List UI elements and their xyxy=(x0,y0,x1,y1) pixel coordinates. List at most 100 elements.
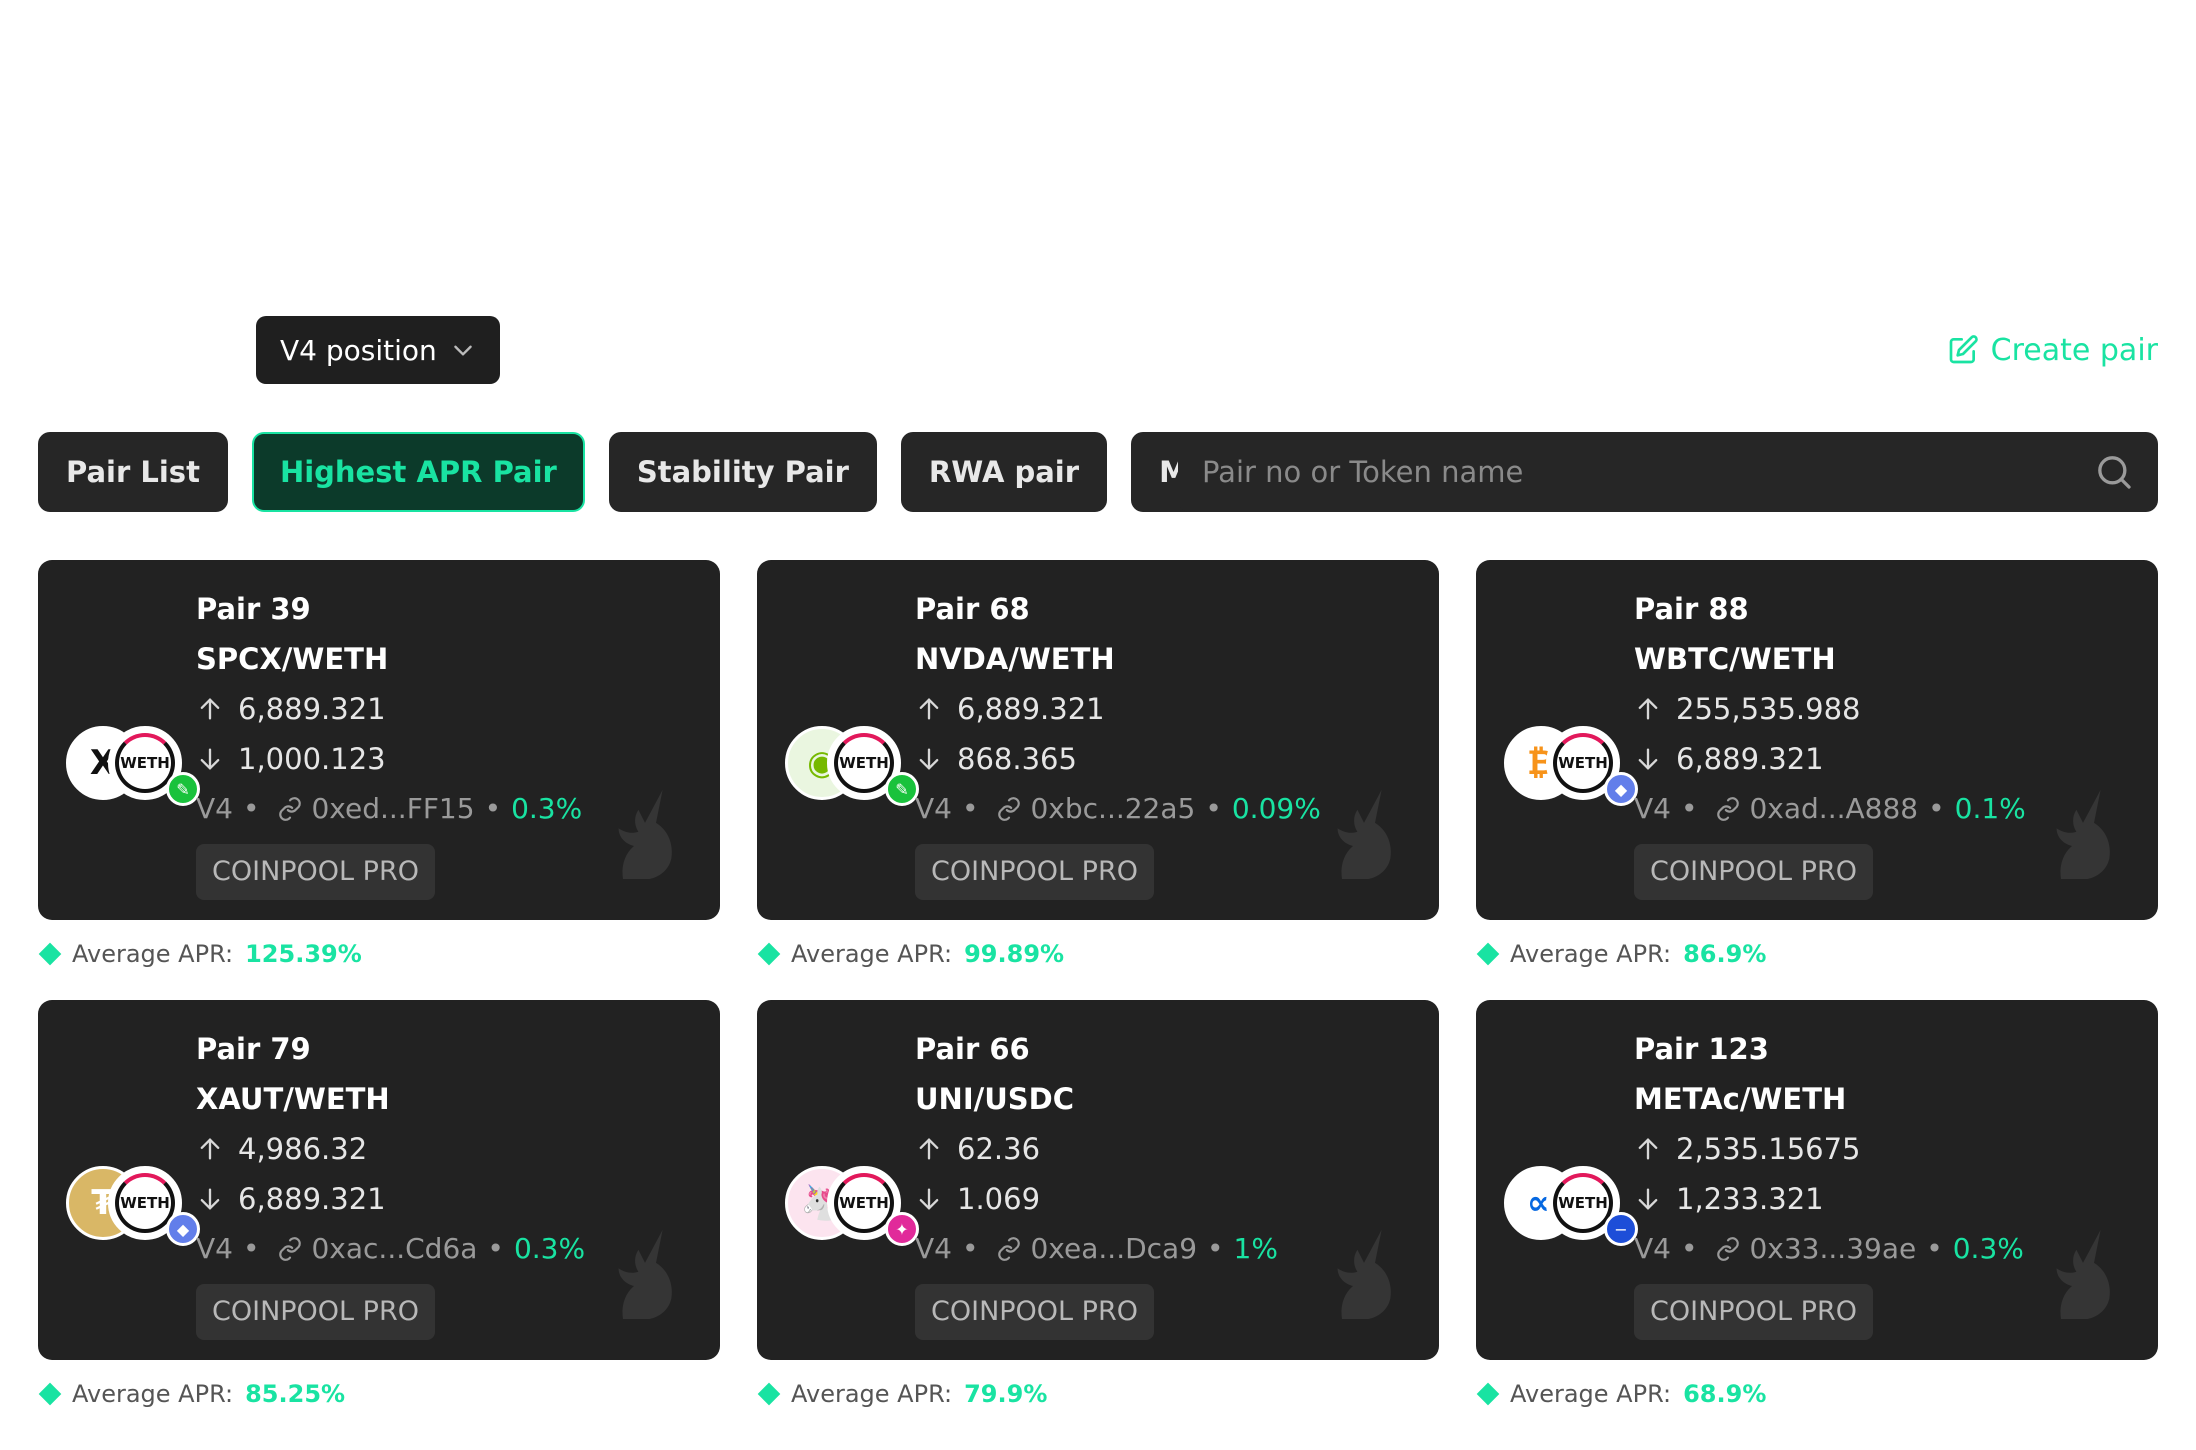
up-amount: 255,535.988 xyxy=(1634,684,2026,734)
coinpool-pro-tag: COINPOOL PRO xyxy=(196,844,435,900)
separator-dot: • xyxy=(961,1232,979,1265)
unicorn-watermark-icon xyxy=(2028,780,2138,890)
pair-meta: V4 • 0xea...Dca9 • 1% xyxy=(915,1224,1278,1274)
average-apr-label: Average APR: xyxy=(1510,1380,1672,1408)
pair-meta: V4 • 0xad...A888 • 0.1% xyxy=(1634,784,2026,834)
pair-card[interactable]: 🦄 WETH ✦ Pair 66 UNI/USDC 62.36 1.069 V4… xyxy=(757,1000,1439,1360)
link-icon xyxy=(277,1236,303,1262)
arrow-down-icon xyxy=(1634,745,1676,773)
link-icon xyxy=(996,796,1022,822)
average-apr-label: Average APR: xyxy=(791,1380,953,1408)
arrow-down-icon xyxy=(915,1185,957,1213)
pair-address[interactable]: 0xbc...22a5 xyxy=(1030,784,1195,834)
separator-dot: • xyxy=(487,1232,504,1265)
pair-card[interactable]: X WETH ✎ Pair 39 SPCX/WETH 6,889.321 1,0… xyxy=(38,560,720,920)
average-apr: Average APR: 99.89% xyxy=(757,934,1064,974)
down-amount: 6,889.321 xyxy=(1634,734,2026,784)
tab-highest-apr-pair[interactable]: Highest APR Pair xyxy=(251,432,585,512)
average-apr-value: 125.39% xyxy=(245,940,362,968)
leaf-icon: ✎ xyxy=(885,772,919,806)
version-label: V4 xyxy=(196,1232,233,1265)
average-apr: Average APR: 86.9% xyxy=(1476,934,1766,974)
separator-dot: • xyxy=(1207,1232,1224,1265)
edit-icon xyxy=(1949,335,1978,364)
arrow-up-icon xyxy=(1634,695,1676,723)
search-bar xyxy=(1178,432,2158,512)
fee-tier: 0.3% xyxy=(1952,1232,2024,1265)
diamond-icon xyxy=(757,1382,781,1406)
pair-meta: V4 • 0xbc...22a5 • 0.09% xyxy=(915,784,1321,834)
token-pair-logos: ∞ WETH − xyxy=(1504,1166,1638,1256)
up-amount-value: 6,889.321 xyxy=(238,692,386,726)
down-amount-value: 868.365 xyxy=(957,742,1077,776)
tab-pair-list[interactable]: Pair List xyxy=(38,432,228,512)
pair-card[interactable]: ◉ WETH ✎ Pair 68 NVDA/WETH 6,889.321 868… xyxy=(757,560,1439,920)
pair-name: METAc/WETH xyxy=(1634,1082,1847,1116)
arrow-down-icon xyxy=(1634,1185,1676,1213)
separator-dot: • xyxy=(1680,792,1698,825)
chevron-down-icon xyxy=(454,345,472,356)
up-amount-value: 2,535.15675 xyxy=(1676,1132,1861,1166)
up-amount: 6,889.321 xyxy=(196,684,582,734)
down-amount: 1,233.321 xyxy=(1634,1174,2024,1224)
average-apr-value: 99.89% xyxy=(964,940,1065,968)
unicorn-watermark-icon xyxy=(590,780,700,890)
tab-bar: Pair List Highest APR Pair Stability Pai… xyxy=(38,432,1310,512)
down-amount-value: 6,889.321 xyxy=(238,1182,386,1216)
diamond-icon xyxy=(1476,942,1500,966)
version-label: V4 xyxy=(196,792,233,825)
tab-stability-pair[interactable]: Stability Pair xyxy=(608,432,877,512)
pair-name: NVDA/WETH xyxy=(915,642,1115,676)
diamond-icon xyxy=(38,942,62,966)
create-pair-label: Create pair xyxy=(1990,332,2158,368)
version-label: V4 xyxy=(1634,1232,1671,1265)
pair-address[interactable]: 0xed...FF15 xyxy=(311,784,474,834)
version-label: V4 xyxy=(915,792,952,825)
down-amount-value: 1.069 xyxy=(957,1182,1041,1216)
fee-tier: 1% xyxy=(1233,1232,1278,1265)
ethereum-icon: ◆ xyxy=(166,1212,200,1246)
pair-address[interactable]: 0x33...39ae xyxy=(1749,1224,1916,1274)
version-select[interactable]: V4 position xyxy=(256,316,500,384)
fee-tier: 0.3% xyxy=(513,1232,586,1265)
pair-address[interactable]: 0xea...Dca9 xyxy=(1030,1224,1197,1274)
average-apr: Average APR: 68.9% xyxy=(1476,1374,1766,1414)
search-icon[interactable] xyxy=(2094,452,2134,492)
arrow-up-icon xyxy=(915,695,957,723)
coinpool-pro-tag: COINPOOL PRO xyxy=(915,844,1154,900)
token-pair-logos: ₮ WETH ◆ xyxy=(66,1166,200,1256)
up-amount-value: 6,889.321 xyxy=(957,692,1105,726)
search-input[interactable] xyxy=(1202,455,2094,489)
pair-address[interactable]: 0xad...A888 xyxy=(1749,784,1918,834)
leaf-icon: ✎ xyxy=(166,772,200,806)
average-apr: Average APR: 79.9% xyxy=(757,1374,1047,1414)
up-amount: 4,986.32 xyxy=(196,1124,585,1174)
arrow-up-icon xyxy=(915,1135,957,1163)
average-apr-value: 85.25% xyxy=(245,1380,346,1408)
tab-rwa-pair[interactable]: RWA pair xyxy=(900,432,1108,512)
minus-icon: − xyxy=(1604,1212,1638,1246)
pair-name: WBTC/WETH xyxy=(1634,642,1836,676)
up-amount-value: 62.36 xyxy=(957,1132,1041,1166)
create-pair-button[interactable]: Create pair xyxy=(1947,326,2158,374)
unicorn-watermark-icon xyxy=(590,1220,700,1330)
separator-dot: • xyxy=(1928,792,1945,825)
separator-dot: • xyxy=(242,792,260,825)
pair-number: Pair 66 xyxy=(915,1032,1030,1066)
coinpool-pro-tag: COINPOOL PRO xyxy=(915,1284,1154,1340)
separator-dot: • xyxy=(242,1232,260,1265)
pair-name: XAUT/WETH xyxy=(196,1082,390,1116)
pair-address[interactable]: 0xac...Cd6a xyxy=(311,1224,477,1274)
arrow-up-icon xyxy=(1634,1135,1676,1163)
separator-dot: • xyxy=(961,792,979,825)
down-amount: 1.069 xyxy=(915,1174,1278,1224)
down-amount: 868.365 xyxy=(915,734,1321,784)
pair-card[interactable]: ₿ WETH ◆ Pair 88 WBTC/WETH 255,535.988 6… xyxy=(1476,560,2158,920)
pair-number: Pair 123 xyxy=(1634,1032,1769,1066)
separator-dot: • xyxy=(484,792,502,825)
pair-card[interactable]: ₮ WETH ◆ Pair 79 XAUT/WETH 4,986.32 6,88… xyxy=(38,1000,720,1360)
separator-dot: • xyxy=(1205,792,1222,825)
version-label: V4 xyxy=(915,1232,952,1265)
pair-card[interactable]: ∞ WETH − Pair 123 METAc/WETH 2,535.15675… xyxy=(1476,1000,2158,1360)
up-amount: 62.36 xyxy=(915,1124,1278,1174)
